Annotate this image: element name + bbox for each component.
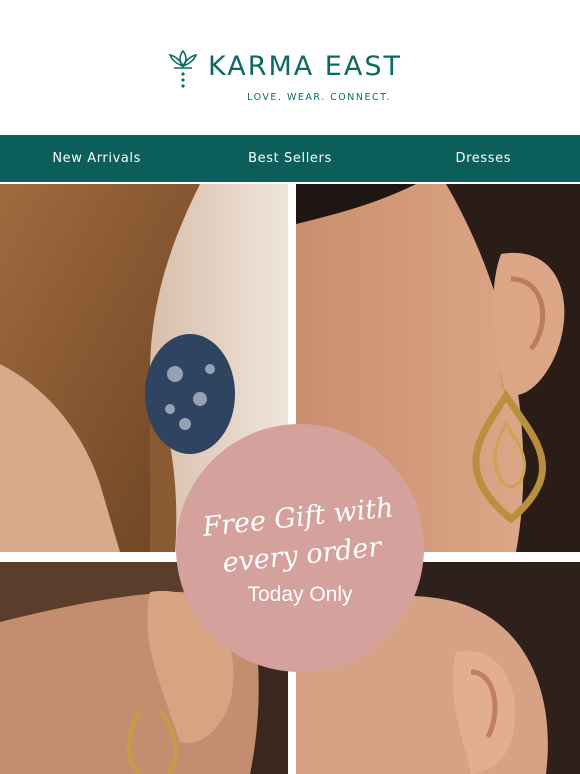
promo-headline: Free Gift with every order [197, 489, 404, 585]
free-gift-promo-badge[interactable]: Free Gift with every order Today Only [176, 424, 424, 672]
brand-name: KARMA EAST [208, 50, 402, 82]
brand-logo[interactable]: KARMA EAST [166, 47, 402, 91]
main-nav: New Arrivals Best Sellers Dresses [0, 135, 580, 182]
nav-new-arrivals[interactable]: New Arrivals [0, 135, 193, 182]
nav-best-sellers[interactable]: Best Sellers [193, 135, 386, 182]
nav-dresses[interactable]: Dresses [387, 135, 580, 182]
lotus-icon [168, 49, 198, 88]
brand-tagline: LOVE. WEAR. CONNECT. [247, 92, 391, 103]
email-header: KARMA EAST LOVE. WEAR. CONNECT. [0, 0, 580, 135]
promo-subtext: Today Only [247, 583, 353, 606]
